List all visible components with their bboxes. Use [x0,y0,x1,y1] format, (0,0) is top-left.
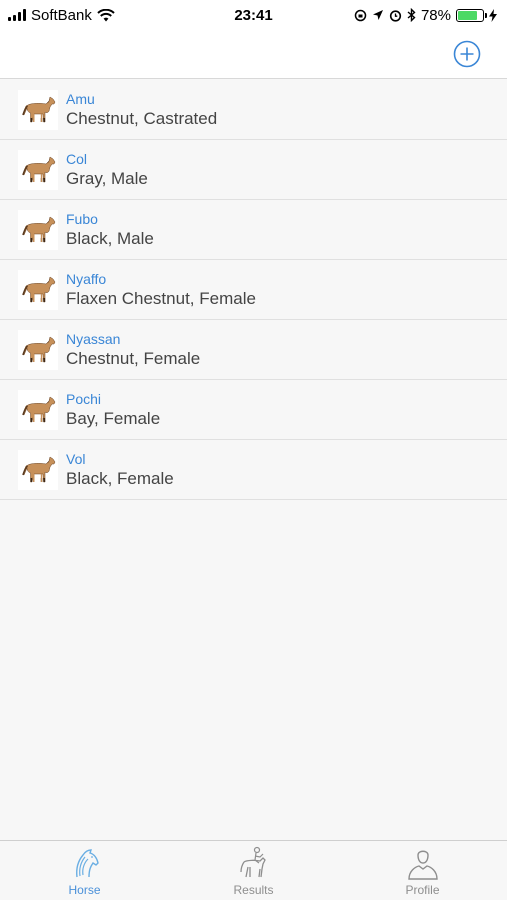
screen-lock-icon [354,9,367,21]
horse-thumbnail [18,149,58,190]
tab-label: Horse [68,883,101,897]
horse-name: Pochi [66,390,102,407]
tab-profile[interactable]: Profile [363,845,483,897]
tab-label: Profile [405,883,440,897]
tab-results[interactable]: Results [194,845,314,897]
horse-name: Amu [66,90,95,107]
horse-head-icon [75,849,99,878]
clock: 23:41 [234,6,273,24]
horse-name: Nyassan [66,330,121,347]
person-icon [407,850,438,880]
horse-description: Black, Female [66,468,174,488]
horse-description: Chestnut, Female [66,348,201,368]
tab-horse[interactable]: Horse [25,845,145,897]
signal-icon [8,9,26,21]
horse-thumbnail [18,89,58,130]
tab-bar: Horse Results Profile [0,840,507,900]
horse-icon [22,216,56,242]
horse-list-item[interactable]: Col Gray, Male [0,140,507,200]
carrier-name: SoftBank [31,6,92,24]
horse-description: Flaxen Chestnut, Female [66,288,256,308]
horse-icon [22,336,56,362]
navigation-bar [0,30,507,79]
horse-icon [22,96,56,122]
alarm-icon [389,9,402,22]
rider-icon [239,846,266,878]
horse-thumbnail [18,389,58,430]
horse-list-item[interactable]: Amu Chestnut, Castrated [0,80,507,140]
plus-circle-icon [453,40,481,68]
horse-name: Vol [66,450,86,467]
horse-icon [22,156,56,182]
horse-list-item[interactable]: Nyaffo Flaxen Chestnut, Female [0,260,507,320]
horse-icon [22,276,56,302]
horse-description: Bay, Female [66,408,161,428]
horse-thumbnail [18,329,58,370]
horse-thumbnail [18,269,58,310]
battery-icon [456,8,487,22]
horse-description: Black, Male [66,228,154,248]
add-horse-button[interactable] [453,40,481,68]
horse-name: Fubo [66,210,98,227]
horse-thumbnail [18,449,58,490]
horse-icon [22,456,56,482]
horse-icon [22,396,56,422]
horse-list: Amu Chestnut, Castrated Col Gray, Male F… [0,80,507,500]
horse-thumbnail [18,209,58,250]
horse-list-item[interactable]: Pochi Bay, Female [0,380,507,440]
horse-description: Gray, Male [66,168,148,188]
horse-description: Chestnut, Castrated [66,108,218,128]
horse-list-item[interactable]: Fubo Black, Male [0,200,507,260]
horse-list-item[interactable]: Vol Black, Female [0,440,507,500]
tab-label: Results [233,883,274,897]
horse-name: Col [66,150,88,167]
horse-name: Nyaffo [66,270,107,287]
horse-list-item[interactable]: Nyassan Chestnut, Female [0,320,507,380]
battery-percent: 78% [420,6,451,24]
location-icon [372,10,383,20]
bluetooth-icon [407,8,416,22]
charging-icon [489,8,497,22]
status-bar: SoftBank 23:41 78% [0,0,507,30]
wifi-icon [97,8,115,21]
